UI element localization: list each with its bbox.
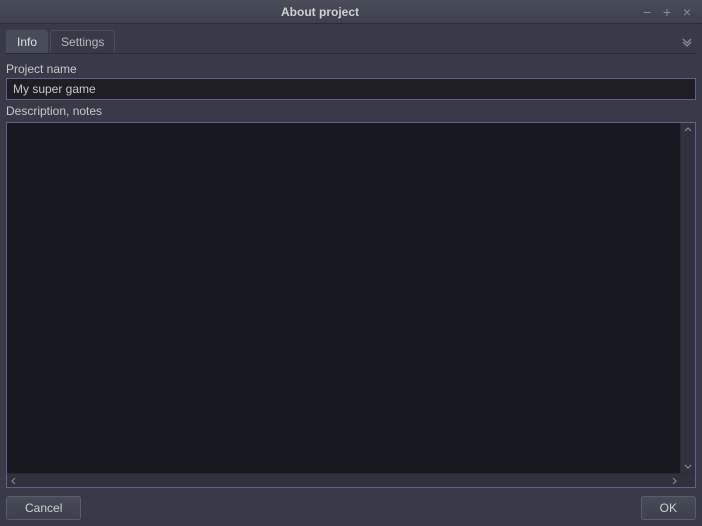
project-name-input[interactable] (6, 78, 696, 100)
vertical-scroll-track[interactable] (681, 137, 695, 459)
scroll-left-icon[interactable] (7, 474, 21, 487)
scroll-corner (681, 474, 695, 487)
tab-info-label: Info (17, 35, 37, 49)
ok-button-label: OK (660, 501, 677, 515)
vertical-scrollbar[interactable] (681, 123, 695, 473)
window-titlebar: About project − + × (0, 0, 702, 24)
tab-bar: Info Settings (6, 30, 696, 54)
tab-info[interactable]: Info (6, 30, 48, 53)
description-input[interactable] (7, 123, 681, 473)
horizontal-scroll-track[interactable] (21, 474, 667, 487)
window-title: About project (0, 5, 640, 19)
dialog-content: Info Settings Project name Description, … (0, 24, 702, 526)
description-area (6, 122, 696, 488)
scroll-down-icon[interactable] (681, 459, 695, 473)
textarea-inner (7, 123, 695, 473)
window-controls: − + × (640, 5, 702, 19)
description-label: Description, notes (6, 104, 696, 118)
horizontal-scrollbar[interactable] (7, 473, 695, 487)
scroll-up-icon[interactable] (681, 123, 695, 137)
button-row: Cancel OK (6, 492, 696, 520)
project-name-label: Project name (6, 62, 696, 76)
tabs: Info Settings (6, 30, 117, 53)
tab-settings-label: Settings (61, 35, 104, 49)
cancel-button[interactable]: Cancel (6, 496, 81, 520)
scroll-right-icon[interactable] (667, 474, 681, 487)
maximize-icon[interactable]: + (660, 5, 674, 19)
tab-overflow-icon[interactable] (678, 33, 696, 51)
minimize-icon[interactable]: − (640, 5, 654, 19)
ok-button[interactable]: OK (641, 496, 696, 520)
form-area: Project name Description, notes (6, 54, 696, 520)
cancel-button-label: Cancel (25, 501, 62, 515)
tab-settings[interactable]: Settings (50, 30, 115, 53)
close-icon[interactable]: × (680, 5, 694, 19)
